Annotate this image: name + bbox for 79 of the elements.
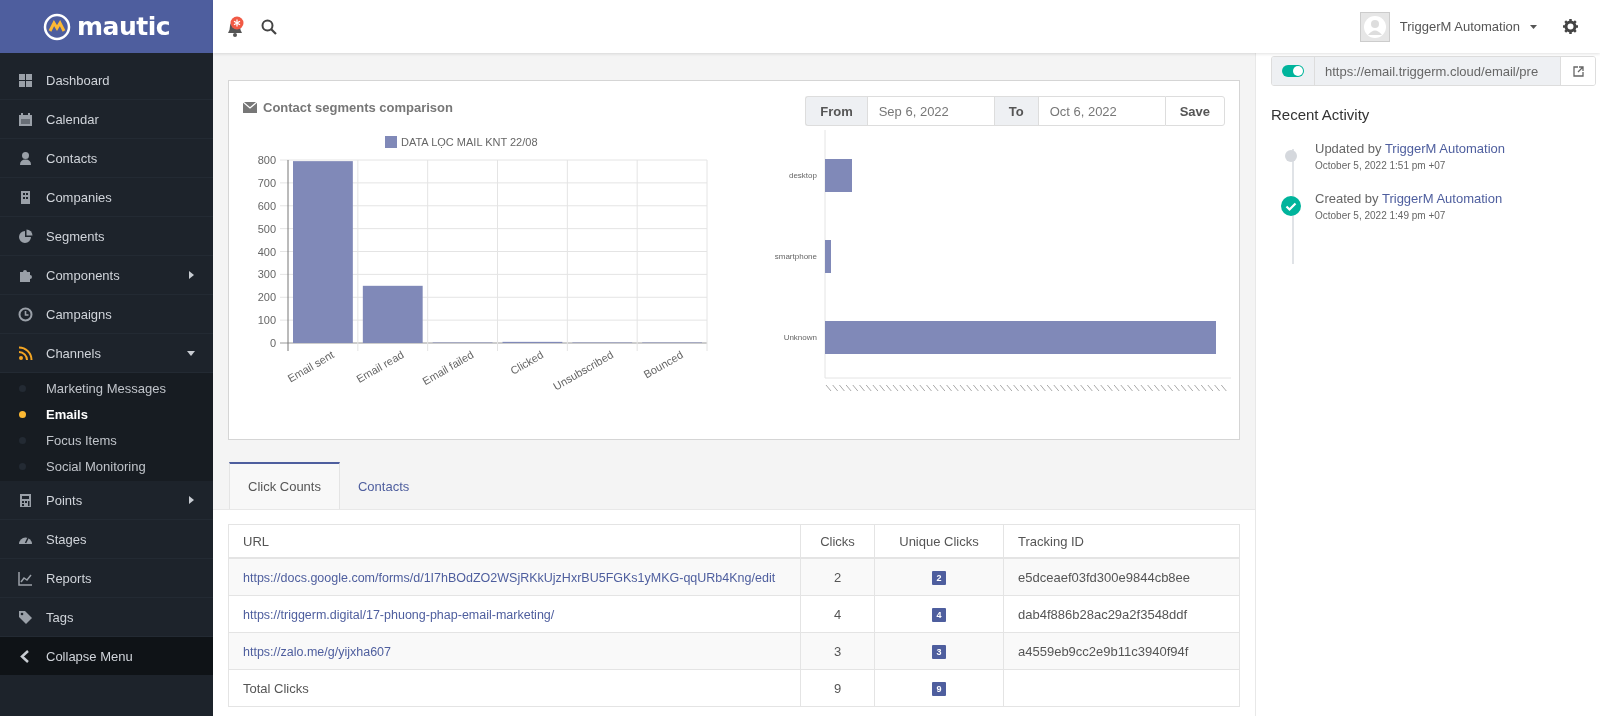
bar [362, 285, 423, 343]
nav-item[interactable]: Calendar [0, 100, 213, 139]
y-tick-label: 200 [257, 291, 276, 304]
nav-item[interactable]: Points [0, 481, 213, 520]
table-cell: a4559eb9cc2e9b11c3940f94f [1003, 632, 1240, 670]
activity-time: October 5, 2022 1:51 pm +07 [1315, 160, 1447, 171]
y-tick-label: 100 [257, 314, 276, 327]
check-circle-icon [1281, 196, 1301, 216]
user-icon [18, 150, 33, 166]
calculator-icon [18, 492, 33, 508]
bar [825, 159, 852, 192]
y-tick-label: 800 [257, 154, 276, 166]
url-link[interactable]: https://zalo.me/g/yijxha607 [243, 644, 391, 659]
settings-icon [1563, 19, 1578, 34]
calendar-icon [18, 111, 33, 127]
toggle-switch[interactable] [1272, 57, 1315, 85]
building-icon [18, 189, 33, 205]
count-badge: 3 [932, 645, 946, 659]
tag-icon [18, 609, 33, 625]
puzzle-icon [18, 267, 33, 283]
caret-icon [1530, 24, 1537, 29]
search-icon [261, 18, 277, 35]
logo-icon [42, 12, 71, 41]
user-link[interactable]: TriggerM Automation [1384, 141, 1506, 156]
url-link[interactable]: https://triggerm.digital/17-phuong-phap-email-marketing/ [243, 607, 555, 622]
y-tick-label: desktop [788, 171, 817, 180]
bar [825, 240, 831, 273]
y-tick-label: 600 [257, 199, 276, 212]
table-cell: 2 [800, 558, 875, 596]
date-to-field[interactable]: Oct 6, 2022 [1037, 96, 1165, 126]
y-tick-label: 0 [269, 337, 276, 349]
section-title: Recent Activity [1271, 106, 1371, 123]
line-chart-icon [18, 570, 33, 586]
table-cell: dab4f886b28ac29a2f3548ddf [1003, 595, 1240, 633]
panel-title: Contact segments comparison [263, 99, 453, 115]
y-tick-label: Unknown [783, 333, 817, 342]
legend-label: DATA LỌC MAIL KNT 22/08 [401, 136, 538, 148]
logo-text: mautic [76, 12, 171, 41]
table-cell: Total Clicks [228, 669, 801, 707]
url-field[interactable]: https://email.triggerm.cloud/email/pre [1315, 57, 1561, 85]
collapse-menu-button[interactable]: Collapse Menu [0, 637, 213, 675]
submenu-item[interactable]: Emails [0, 401, 209, 427]
nav-item[interactable]: Dashboard [0, 61, 213, 100]
table-cell: 4 [800, 595, 875, 633]
clock-icon [18, 306, 33, 322]
y-tick-label: smartphone [774, 252, 817, 261]
activity-time: October 5, 2022 1:49 pm +07 [1315, 210, 1447, 221]
y-tick-label: 300 [257, 268, 276, 281]
y-tick-label: 400 [257, 245, 276, 258]
from-label: From [805, 96, 867, 126]
submenu-item[interactable]: Marketing Messages [0, 375, 209, 401]
save-button[interactable]: Save [1164, 96, 1225, 126]
tab[interactable]: Contacts [339, 462, 428, 509]
to-label: To [993, 96, 1038, 126]
table-cell: 9 [800, 669, 875, 707]
legend-swatch [385, 136, 397, 148]
activity-text: Updated by TriggerM Automation [1315, 141, 1506, 156]
submenu-item[interactable]: Focus Items [0, 427, 209, 453]
user-menu[interactable]: TriggerM Automation [1359, 11, 1537, 42]
submenu-item[interactable]: Social Monitoring [0, 453, 209, 479]
tab[interactable]: Click Counts [229, 462, 340, 509]
external-link-icon [1572, 65, 1584, 77]
table-cell: 3 [800, 632, 875, 670]
grid-icon [18, 72, 33, 88]
count-badge: 9 [932, 682, 946, 696]
count-badge: 4 [932, 608, 946, 622]
notification-bell-icon [225, 15, 245, 38]
pie-chart-icon [18, 228, 33, 244]
table-cell: e5dceaef03fd300e9844cb8ee [1003, 558, 1240, 596]
date-from-field[interactable]: Sep 6, 2022 [866, 96, 994, 126]
rss-icon [18, 345, 33, 361]
envelope-icon [243, 101, 257, 113]
user-name: TriggerM Automation [1399, 19, 1520, 34]
count-badge: 2 [932, 571, 946, 585]
user-link[interactable]: TriggerM Automation [1381, 191, 1503, 206]
avatar-icon [1359, 11, 1390, 42]
y-tick-label: 500 [257, 222, 276, 235]
y-tick-label: 700 [257, 176, 276, 189]
activity-text: Created by TriggerM Automation [1315, 191, 1503, 206]
